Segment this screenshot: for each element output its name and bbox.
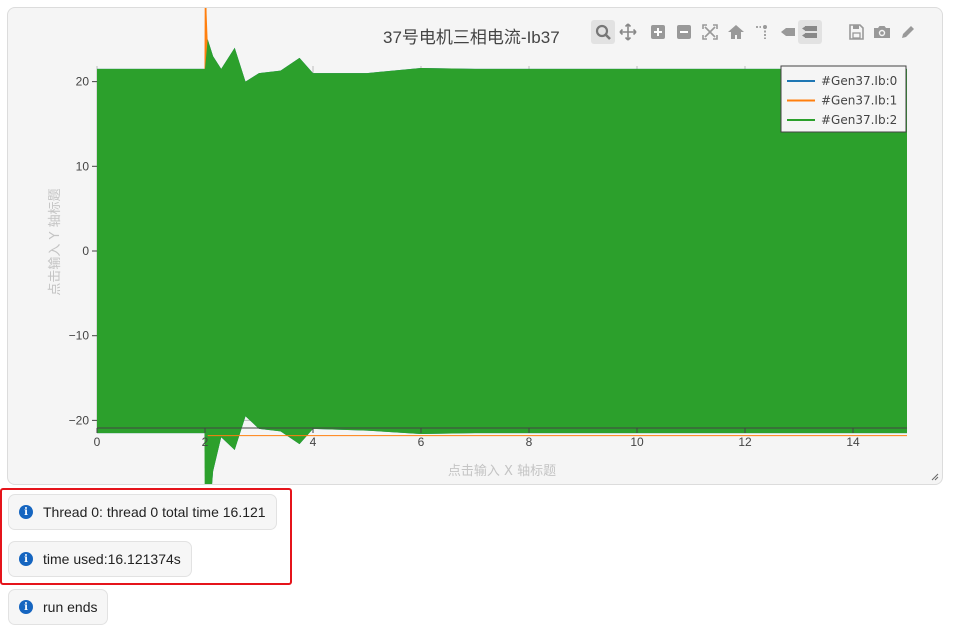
message-text: time used:16.121374s xyxy=(43,551,181,567)
message-time-used: i time used:16.121374s xyxy=(8,541,192,577)
legend-label: #Gen37.Ib:0 xyxy=(821,74,897,88)
message-text: Thread 0: thread 0 total time 16.121 xyxy=(43,504,266,520)
zoom-out-button[interactable] xyxy=(672,20,696,44)
x-tick-label: 2 xyxy=(202,435,209,449)
camera-button[interactable] xyxy=(870,20,894,44)
y-tick-label: 0 xyxy=(82,244,89,258)
x-tick-label: 0 xyxy=(94,435,101,449)
zoom-out-icon xyxy=(677,25,691,39)
home-icon xyxy=(728,25,744,39)
camera-icon xyxy=(874,26,890,38)
y-tick-label: −10 xyxy=(69,329,90,343)
legend-label: #Gen37.Ib:2 xyxy=(821,113,897,127)
legend-label: #Gen37.Ib:1 xyxy=(821,94,897,108)
x-tick-label: 10 xyxy=(630,435,644,449)
zoom-in-button[interactable] xyxy=(646,20,670,44)
hover-compare-icon xyxy=(802,26,817,38)
x-axis-title: 点击输入 X 轴标题 xyxy=(448,463,556,479)
x-tick-label: 14 xyxy=(846,435,860,449)
hover-closest-icon xyxy=(781,28,795,36)
edit-icon xyxy=(902,26,914,38)
info-icon: i xyxy=(19,552,33,566)
save-button[interactable] xyxy=(844,20,868,44)
x-tick-label: 12 xyxy=(738,435,752,449)
x-tick-label: 4 xyxy=(310,435,317,449)
save-icon xyxy=(849,24,864,40)
y-axis-title: 点击输入 Y 轴标题 xyxy=(47,188,63,295)
info-icon: i xyxy=(19,505,33,519)
edit-button[interactable] xyxy=(896,20,920,44)
message-thread-time: i Thread 0: thread 0 total time 16.121 xyxy=(8,494,277,530)
zoom-in-icon xyxy=(651,25,665,39)
home-button[interactable] xyxy=(724,20,748,44)
spike-lines-button[interactable] xyxy=(750,20,774,44)
info-icon: i xyxy=(19,600,33,614)
autoscale-icon xyxy=(702,24,718,40)
chart-panel: −40−30−20−1001020304002468101214点击输入 X 轴… xyxy=(7,7,943,485)
y-tick-label: −20 xyxy=(69,413,90,427)
y-tick-label: 20 xyxy=(76,75,90,89)
hover-compare-button[interactable] xyxy=(798,20,822,44)
pan-button[interactable] xyxy=(616,20,640,44)
x-tick-label: 6 xyxy=(418,435,425,449)
hover-closest-button[interactable] xyxy=(776,20,800,44)
resize-handle-icon[interactable] xyxy=(931,473,939,481)
plot-area[interactable]: −40−30−20−1001020304002468101214点击输入 X 轴… xyxy=(8,8,943,485)
zoom-button[interactable] xyxy=(591,20,615,44)
message-text: run ends xyxy=(43,599,98,615)
x-tick-label: 8 xyxy=(526,435,533,449)
zoom-icon xyxy=(595,24,611,40)
message-run-ends: i run ends xyxy=(8,589,109,625)
chart-title[interactable]: 37号电机三相电流-Ib37 xyxy=(383,23,560,48)
autoscale-button[interactable] xyxy=(698,20,722,44)
spike-lines-icon xyxy=(756,25,767,39)
pan-icon xyxy=(619,23,637,41)
y-tick-label: 10 xyxy=(76,159,90,173)
